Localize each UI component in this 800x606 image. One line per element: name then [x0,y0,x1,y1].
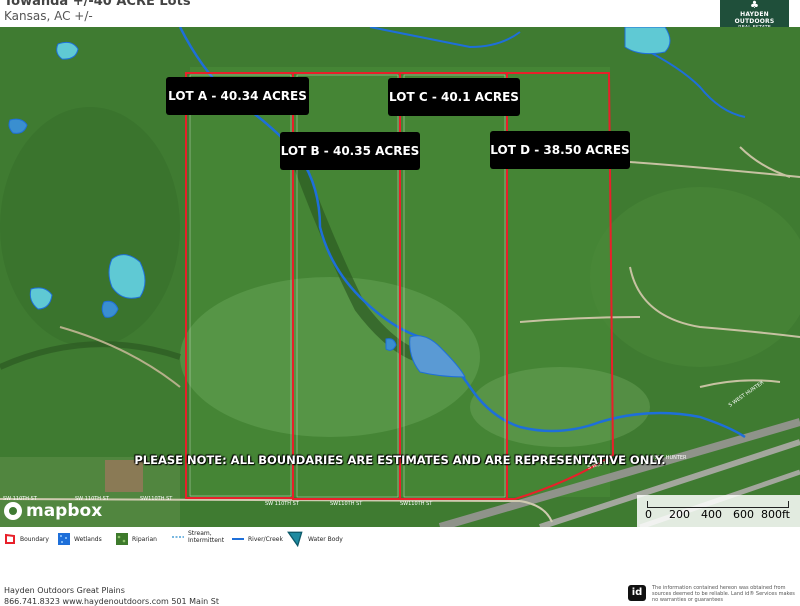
lot-c-label[interactable]: LOT C - 40.1 ACRES [388,78,520,116]
terrain-dark [0,107,180,347]
contact-line: 866.741.8323 www.haydenoutdoors.com 501 … [4,597,220,606]
legend-label: River/Creek [248,535,283,543]
boundary-icon [5,533,15,544]
lot-b-label[interactable]: LOT B - 40.35 ACRES [280,132,420,170]
satellite-map[interactable]: SW 110TH ST SW 110TH ST SW110TH ST SW 11… [0,27,800,527]
legend-label: Wetlands [74,535,102,543]
road-label: SW110TH ST [140,496,173,502]
legend-item-riparian: Riparian [116,533,157,545]
road-label: SW110TH ST [330,501,363,507]
terrain-patch [590,187,800,367]
boundary-notice: PLEASE NOTE: ALL BOUNDARIES ARE ESTIMATE… [134,453,666,467]
lot-a-label[interactable]: LOT A - 40.34 ACRES [166,77,309,115]
legend-item-water-body: Water Body [286,531,343,547]
legend-label: Riparian [132,535,157,543]
water-body [624,27,671,55]
map-legend: Boundary Wetlands Riparian Stream, Inter… [0,527,800,557]
scale-tick: 600 [733,508,754,521]
logo-line1: HAYDEN OUTDOORS [734,11,775,25]
scale-line [647,501,789,508]
legend-item-wetlands: Wetlands [58,533,102,545]
mapbox-attribution[interactable]: mapbox [4,501,102,521]
legend-label: Boundary [20,535,49,543]
river-icon [232,538,244,540]
scale-bar: 0 200 400 600 800ft [637,495,800,527]
disclaimer: The information contained hereon was obt… [652,585,795,603]
road-label: SW110TH ST [400,501,433,507]
legend-label: Water Body [308,535,343,543]
lot-d-label[interactable]: LOT D - 38.50 ACRES [490,131,630,169]
scale-tick: 400 [701,508,722,521]
mapbox-logo-icon [4,502,22,520]
stream-icon [172,536,184,538]
header: Towanda +/-40 ACRE Lots Kansas, AC +/- ♣… [0,0,800,31]
scale-tick: 800ft [761,508,790,521]
map-subtitle: Kansas, AC +/- [4,9,93,23]
terrain-light [470,367,650,447]
company-logo: ♣ HAYDEN OUTDOORS REAL ESTATE [720,0,789,31]
logo-mark-icon: ♣ [750,0,759,11]
scale-tick: 0 [645,508,652,521]
riparian-icon [116,533,128,545]
land-id-badge[interactable]: id [628,585,646,601]
map-title: Towanda +/-40 ACRE Lots [4,0,191,9]
wetlands-icon [58,533,70,545]
legend-label: Stream, Intermittent [188,530,225,544]
water-body-icon [287,531,303,547]
legend-item-river: River/Creek [232,533,283,545]
company-name: Hayden Outdoors Great Plains [4,586,125,595]
footer: Hayden Outdoors Great Plains 866.741.832… [0,580,800,606]
scale-tick: 200 [669,508,690,521]
road-label: SW 110TH ST [265,501,300,507]
legend-item-stream: Stream, Intermittent [172,530,225,544]
mapbox-text: mapbox [26,501,103,521]
legend-item-boundary: Boundary [4,533,49,545]
